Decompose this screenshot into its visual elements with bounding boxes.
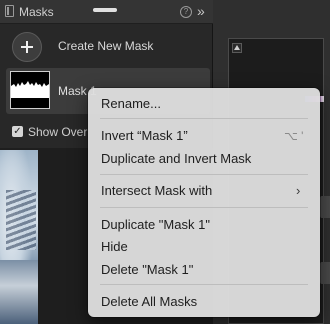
- mask-thumbnail: [10, 71, 50, 109]
- help-icon[interactable]: ?: [180, 6, 192, 18]
- shadow-clipping-icon[interactable]: [232, 43, 242, 53]
- menu-item-duplicate-invert[interactable]: Duplicate and Invert Mask: [101, 151, 251, 166]
- menu-separator: [100, 118, 308, 119]
- menu-separator: [100, 207, 308, 208]
- panel-title: Masks: [19, 5, 54, 19]
- mask-shape: [11, 81, 49, 98]
- context-menu: [88, 88, 320, 317]
- menu-item-delete-all[interactable]: Delete All Masks: [101, 294, 197, 309]
- menu-item-invert[interactable]: Invert “Mask 1”: [101, 128, 188, 143]
- menu-item-rename[interactable]: Rename...: [101, 96, 161, 111]
- show-overlay-checkbox[interactable]: ✓: [12, 126, 23, 137]
- chevron-right-icon: ›: [296, 183, 301, 198]
- menu-item-intersect[interactable]: Intersect Mask with: [101, 183, 212, 198]
- menu-item-duplicate[interactable]: Duplicate "Mask 1": [101, 217, 210, 232]
- menu-separator: [100, 174, 308, 175]
- panel-header[interactable]: Masks ? »: [0, 0, 213, 24]
- side-tool-tab[interactable]: [320, 196, 330, 218]
- menu-item-hide[interactable]: Hide: [101, 239, 128, 254]
- show-overlay-label: Show Overlay: [28, 125, 88, 139]
- plus-icon[interactable]: [12, 32, 42, 62]
- panel-sidebar-icon[interactable]: [5, 5, 14, 17]
- create-new-mask-label: Create New Mask: [58, 39, 154, 53]
- expand-panel-icon[interactable]: »: [197, 3, 205, 19]
- invert-shortcut: ⌥ ': [284, 129, 304, 143]
- menu-separator: [100, 284, 308, 285]
- side-tool-tab-lower[interactable]: [320, 262, 330, 284]
- menu-item-delete[interactable]: Delete "Mask 1": [101, 262, 193, 277]
- photo-canvas[interactable]: [0, 150, 38, 324]
- drag-handle[interactable]: [93, 8, 117, 12]
